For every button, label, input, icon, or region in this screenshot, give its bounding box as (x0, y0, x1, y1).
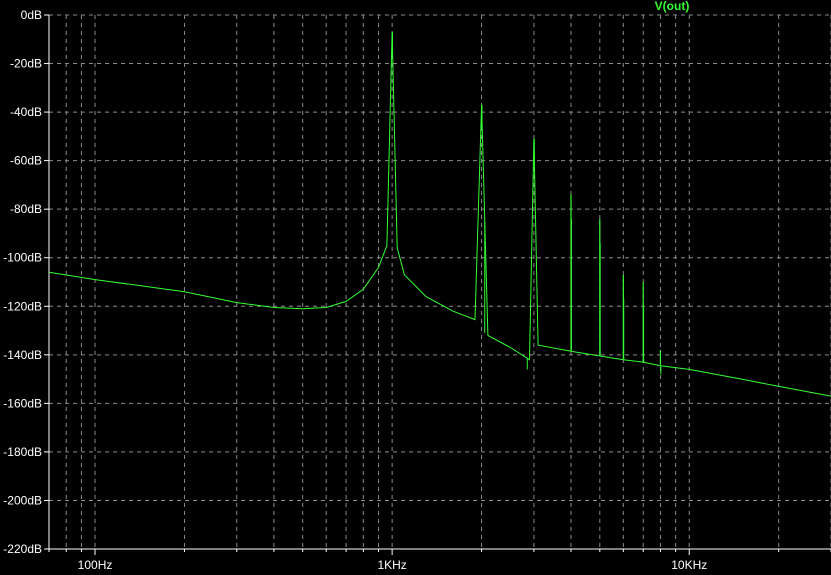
y-tick-label: -140dB (3, 348, 42, 362)
y-tick-label: -200dB (3, 493, 42, 507)
y-tick-label: -120dB (3, 299, 42, 313)
y-tick-label: -60dB (10, 154, 42, 168)
y-tick-label: -80dB (10, 202, 42, 216)
y-tick-label: -160dB (3, 396, 42, 410)
y-tick-label: -40dB (10, 105, 42, 119)
y-tick-label: -20dB (10, 57, 42, 71)
spectrum-chart: 0dB -20dB -40dB -60dB -80dB -100dB -120dB -140d… (0, 0, 831, 575)
y-tick-label: -220dB (3, 542, 42, 556)
y-tick-label: -100dB (3, 251, 42, 265)
legend-v-out[interactable]: V(out) (655, 0, 690, 13)
plot-background (0, 0, 831, 575)
x-tick-label: 10KHz (671, 558, 707, 572)
y-tick-label: 0dB (21, 8, 42, 22)
y-tick-label: -180dB (3, 445, 42, 459)
x-tick-label: 1KHz (377, 558, 406, 572)
x-tick-label: 100Hz (78, 558, 113, 572)
